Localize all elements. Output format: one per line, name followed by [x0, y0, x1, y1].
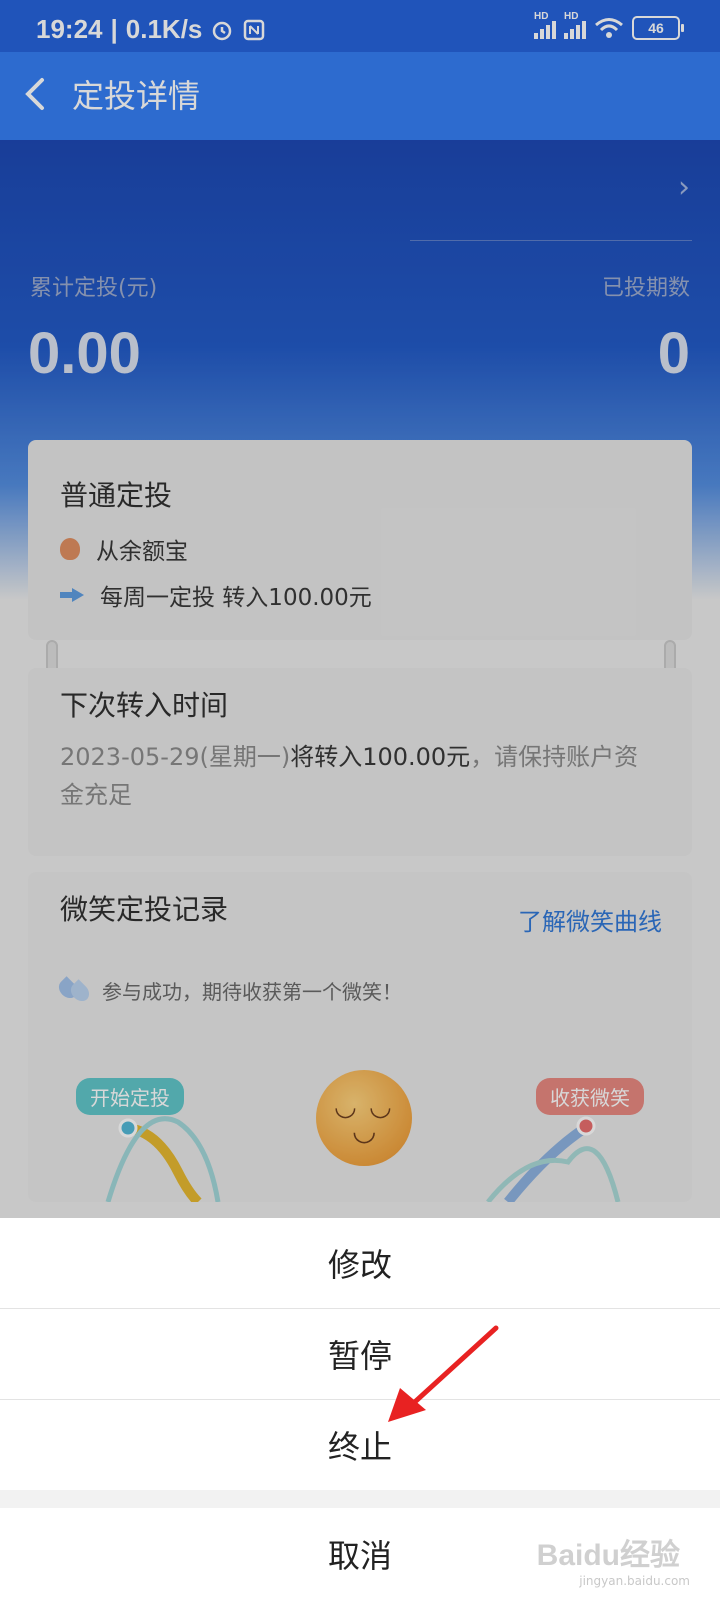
watermark-url: jingyan.baidu.com — [579, 1574, 690, 1588]
terminate-option[interactable]: 终止 — [0, 1400, 720, 1490]
watermark-logo: Baidu经验 — [536, 1539, 680, 1572]
pause-option[interactable]: 暂停 — [0, 1309, 720, 1399]
modify-option[interactable]: 修改 — [0, 1218, 720, 1308]
annotation-arrow — [388, 1325, 499, 1422]
